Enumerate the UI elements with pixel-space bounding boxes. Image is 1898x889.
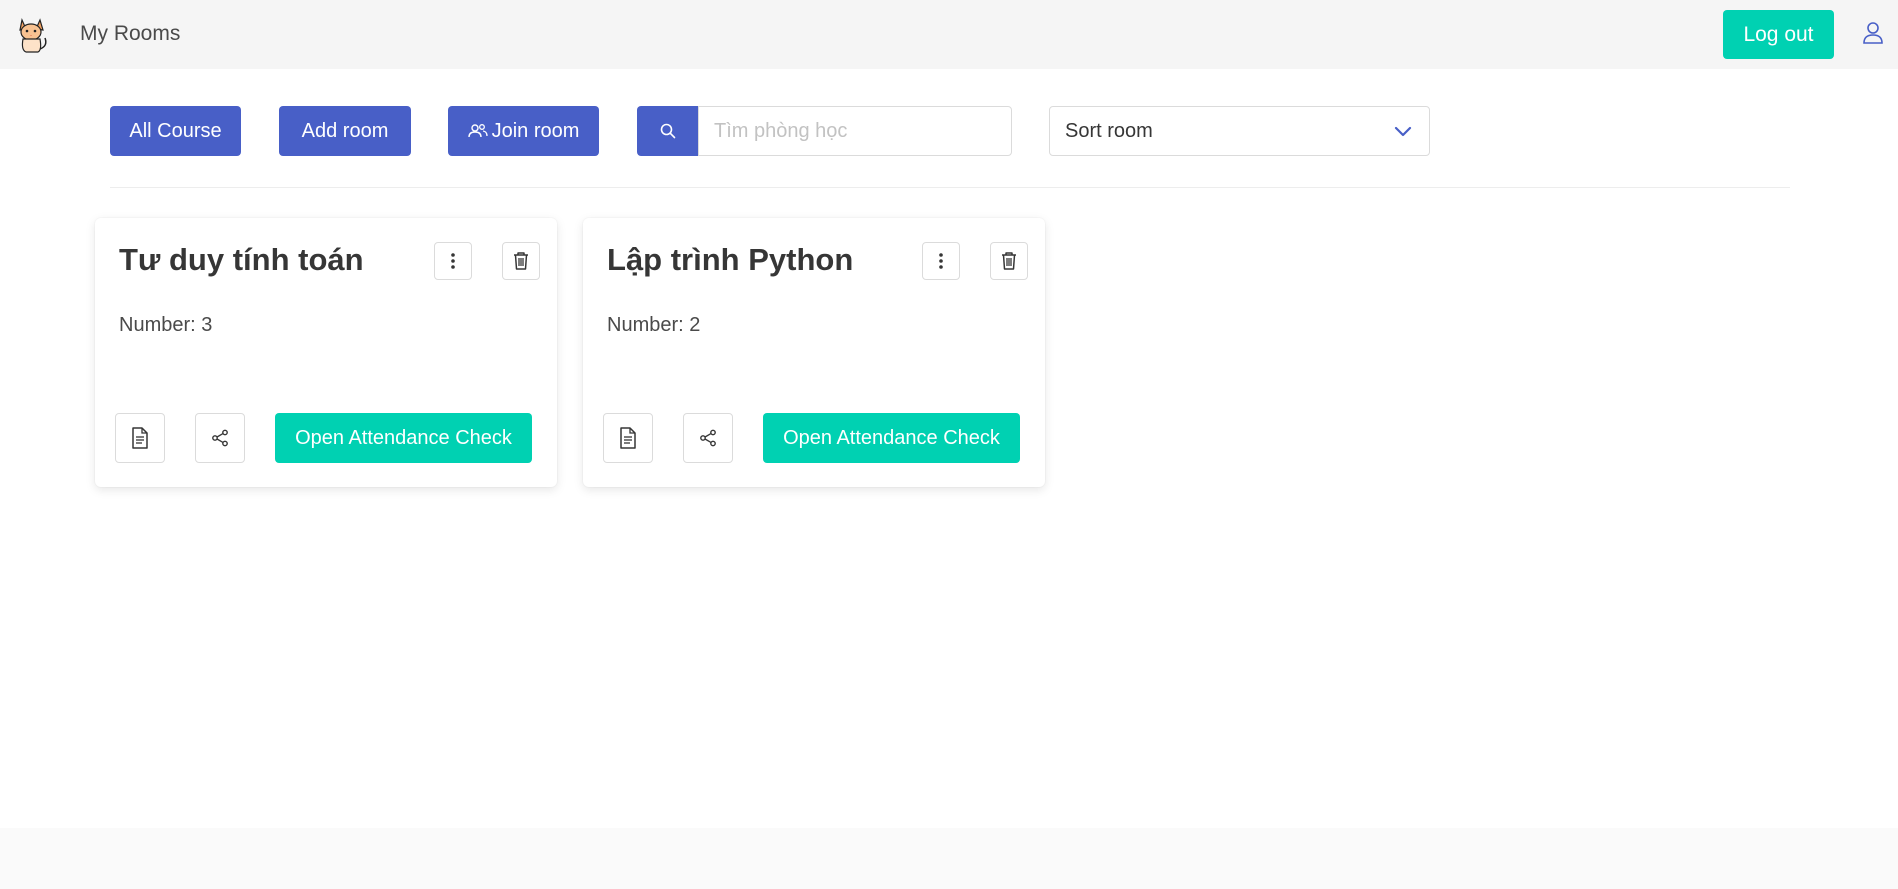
search-icon <box>660 123 676 139</box>
logout-button[interactable]: Log out <box>1723 10 1834 59</box>
room-menu-button[interactable] <box>434 242 472 280</box>
room-title[interactable]: Lập trình Python <box>607 242 853 278</box>
all-course-button[interactable]: All Course <box>110 106 241 156</box>
add-room-label: Add room <box>301 119 389 142</box>
share-icon <box>700 429 716 447</box>
document-icon <box>132 427 148 449</box>
delete-room-button[interactable] <box>502 242 540 280</box>
users-icon <box>467 124 488 138</box>
room-toolbar: All Course Add room Join room Sort room <box>0 106 1898 157</box>
add-room-button[interactable]: Add room <box>279 106 411 156</box>
all-course-label: All Course <box>129 119 222 142</box>
room-member-count: Number: 2 <box>607 314 701 336</box>
toolbar-divider <box>110 187 1790 188</box>
share-room-button[interactable] <box>683 413 733 463</box>
document-icon <box>620 427 636 449</box>
user-icon[interactable] <box>1860 20 1886 46</box>
join-room-label: Join room <box>491 119 580 142</box>
trash-icon <box>1002 252 1016 270</box>
delete-room-button[interactable] <box>990 242 1028 280</box>
open-attendance-button[interactable]: Open Attendance Check <box>763 413 1020 463</box>
room-member-count: Number: 3 <box>119 314 213 336</box>
trash-icon <box>514 252 528 270</box>
share-icon <box>212 429 228 447</box>
room-card: Tư duy tính toán Number: 3 Open Attendan… <box>95 218 557 487</box>
more-vertical-icon <box>451 253 455 269</box>
sort-room-select[interactable]: Sort room <box>1049 106 1430 156</box>
share-room-button[interactable] <box>195 413 245 463</box>
search-room-input[interactable] <box>698 106 1012 156</box>
room-title[interactable]: Tư duy tính toán <box>119 242 364 278</box>
open-attendance-button[interactable]: Open Attendance Check <box>275 413 532 463</box>
room-card: Lập trình Python Number: 2 Open Attendan… <box>583 218 1045 487</box>
join-room-button[interactable]: Join room <box>448 106 599 156</box>
chevron-down-icon <box>1394 126 1412 137</box>
page-footer <box>0 828 1898 889</box>
top-navbar: My Rooms Log out <box>0 0 1898 69</box>
search-button[interactable] <box>637 106 699 156</box>
cat-logo-icon[interactable] <box>16 16 49 54</box>
more-vertical-icon <box>939 253 943 269</box>
room-document-button[interactable] <box>603 413 653 463</box>
nav-title[interactable]: My Rooms <box>80 22 180 46</box>
room-menu-button[interactable] <box>922 242 960 280</box>
sort-room-label: Sort room <box>1065 119 1153 142</box>
room-document-button[interactable] <box>115 413 165 463</box>
